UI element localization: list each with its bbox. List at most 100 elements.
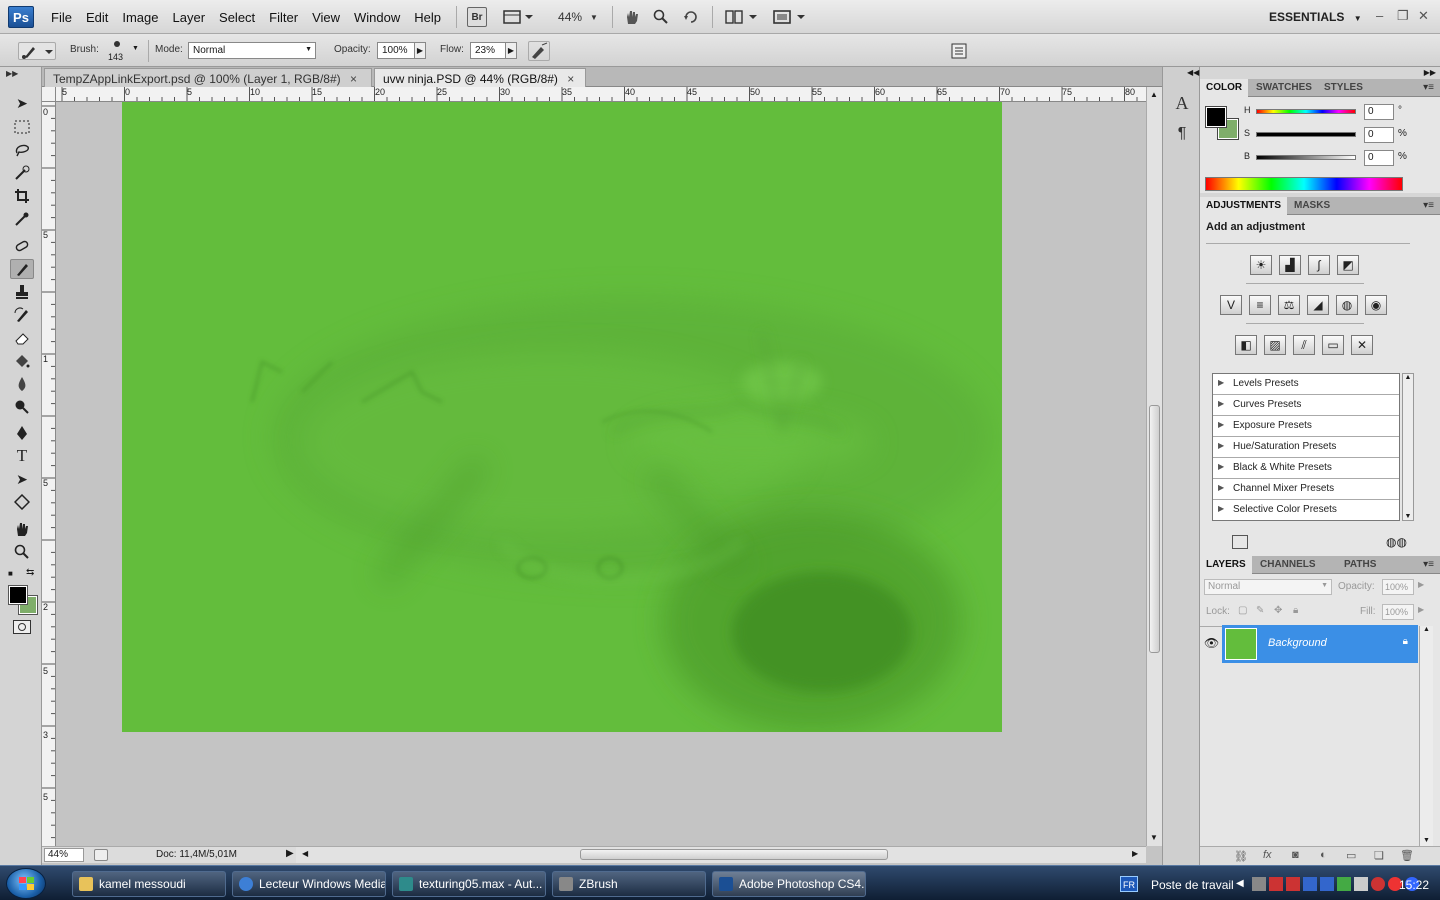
default-colors-icon[interactable]: ■ bbox=[8, 569, 13, 578]
layers-scrollbar[interactable]: ▲ ▼ bbox=[1419, 626, 1433, 846]
selective-color-icon[interactable]: ✕ bbox=[1351, 335, 1373, 355]
tab-tempzapplink[interactable]: TempZAppLinkExport.psd @ 100% (Layer 1, … bbox=[44, 68, 372, 87]
tray-app-icon[interactable] bbox=[1286, 877, 1300, 891]
tray-expand-icon[interactable]: ◀ bbox=[1236, 878, 1244, 889]
ruler-origin[interactable] bbox=[42, 87, 56, 102]
opacity-slider-toggle[interactable]: ▶ bbox=[1418, 580, 1424, 589]
dodge-tool-icon[interactable] bbox=[10, 397, 34, 417]
new-group-icon[interactable]: ▭ bbox=[1346, 849, 1356, 862]
close-icon[interactable]: ✕ bbox=[1418, 8, 1429, 24]
collapse-dock-icon[interactable]: ▶▶ bbox=[1424, 68, 1436, 77]
lock-image-icon[interactable]: ✎ bbox=[1256, 605, 1264, 616]
quick-mask-icon[interactable] bbox=[13, 620, 31, 634]
menu-window[interactable]: Window bbox=[347, 10, 407, 25]
blur-tool-icon[interactable] bbox=[10, 374, 34, 394]
scroll-down-icon[interactable]: ▼ bbox=[1403, 513, 1413, 520]
photo-filter-icon[interactable]: ◍ bbox=[1336, 295, 1358, 315]
status-menu-arrow-icon[interactable]: ▶ bbox=[286, 848, 294, 859]
presets-scrollbar[interactable]: ▲ ▼ bbox=[1402, 373, 1414, 521]
horizontal-scrollbar[interactable]: ◀ ▶ bbox=[296, 846, 1146, 863]
preset-item[interactable]: Exposure Presets bbox=[1213, 416, 1399, 437]
horizontal-ruler[interactable]: 5 0 5 10 15 20 25 30 35 40 45 50 55 60 6… bbox=[56, 87, 1146, 102]
saturation-input[interactable]: 0 bbox=[1364, 127, 1394, 143]
view-extras-button[interactable] bbox=[500, 7, 536, 27]
scroll-up-icon[interactable]: ▲ bbox=[1420, 626, 1433, 633]
status-info-icon[interactable] bbox=[94, 849, 108, 861]
collapse-panel-icon[interactable]: ▶▶ bbox=[6, 69, 18, 78]
hue-input[interactable]: 0 bbox=[1364, 104, 1394, 120]
menu-help[interactable]: Help bbox=[407, 10, 448, 25]
vertical-scroll-thumb[interactable] bbox=[1149, 405, 1160, 653]
foreground-color-swatch[interactable] bbox=[8, 585, 28, 605]
tab-paths[interactable]: PATHS bbox=[1338, 556, 1382, 574]
taskbar-item-media-player[interactable]: Lecteur Windows Media bbox=[232, 871, 386, 897]
layer-style-icon[interactable]: fx bbox=[1263, 849, 1272, 861]
scroll-up-icon[interactable]: ▲ bbox=[1403, 374, 1413, 381]
menu-image[interactable]: Image bbox=[115, 10, 165, 25]
taskbar-item-3dsmax[interactable]: texturing05.max - Aut... bbox=[392, 871, 546, 897]
layer-fill-input[interactable]: 100% bbox=[1382, 604, 1414, 620]
scroll-right-icon[interactable]: ▶ bbox=[1132, 849, 1138, 858]
preset-item[interactable]: Levels Presets bbox=[1213, 374, 1399, 395]
airbrush-toggle[interactable] bbox=[528, 41, 550, 61]
menu-edit[interactable]: Edit bbox=[79, 10, 115, 25]
scroll-up-icon[interactable]: ▲ bbox=[1150, 90, 1158, 99]
lock-transparent-icon[interactable]: ▢ bbox=[1238, 605, 1247, 616]
history-brush-tool-icon[interactable] bbox=[10, 305, 34, 325]
vertical-scrollbar[interactable]: ▲ ▼ bbox=[1146, 87, 1162, 846]
paint-bucket-tool-icon[interactable] bbox=[10, 351, 34, 371]
brush-tool-icon[interactable] bbox=[10, 259, 34, 279]
tool-preset-picker[interactable] bbox=[18, 42, 56, 60]
status-zoom-input[interactable]: 44% bbox=[44, 848, 84, 862]
opacity-input[interactable]: 100% bbox=[377, 42, 415, 59]
brightness-contrast-icon[interactable]: ☀ bbox=[1250, 255, 1272, 275]
scroll-down-icon[interactable]: ▼ bbox=[1150, 833, 1158, 842]
tray-app-icon[interactable] bbox=[1320, 877, 1334, 891]
fill-slider-toggle[interactable]: ▶ bbox=[1418, 605, 1424, 614]
hand-tool-icon[interactable] bbox=[10, 519, 34, 539]
add-mask-icon[interactable]: ◙ bbox=[1292, 849, 1299, 861]
character-panel-icon[interactable]: A bbox=[1169, 93, 1195, 119]
menu-select[interactable]: Select bbox=[212, 10, 262, 25]
zoom-tool-button[interactable] bbox=[651, 7, 671, 27]
return-to-list-icon[interactable]: ◍◍ bbox=[1386, 535, 1407, 549]
panel-menu-icon[interactable]: ▾≡ bbox=[1423, 559, 1434, 570]
pen-tool-icon[interactable] bbox=[10, 423, 34, 443]
threshold-icon[interactable]: ⫽ bbox=[1293, 335, 1315, 355]
preset-item[interactable]: Channel Mixer Presets bbox=[1213, 479, 1399, 500]
eraser-tool-icon[interactable] bbox=[10, 328, 34, 348]
tab-channels[interactable]: CHANNELS bbox=[1254, 556, 1322, 574]
tab-adjustments[interactable]: ADJUSTMENTS bbox=[1200, 197, 1288, 215]
channel-mixer-icon[interactable]: ◉ bbox=[1365, 295, 1387, 315]
language-indicator[interactable]: FR bbox=[1120, 876, 1138, 892]
canvas-workspace[interactable] bbox=[56, 102, 1146, 846]
swap-colors-icon[interactable]: ⇆ bbox=[26, 567, 34, 578]
lock-position-icon[interactable]: ✥ bbox=[1274, 605, 1282, 616]
zoom-tool-icon[interactable] bbox=[10, 542, 34, 562]
volume-icon[interactable] bbox=[1354, 877, 1368, 891]
tab-layers[interactable]: LAYERS bbox=[1200, 556, 1252, 574]
tab-color[interactable]: COLOR bbox=[1200, 79, 1249, 97]
blend-mode-select[interactable]: Normal ▼ bbox=[188, 42, 316, 59]
layer-visibility-eye-icon[interactable]: 👁︎ bbox=[1204, 636, 1220, 652]
desktop-toolbar-label[interactable]: Poste de travail bbox=[1151, 878, 1234, 892]
menu-view[interactable]: View bbox=[305, 10, 347, 25]
tray-app-icon[interactable] bbox=[1252, 877, 1266, 891]
minimize-icon[interactable]: – bbox=[1376, 8, 1383, 23]
paragraph-panel-icon[interactable]: ¶ bbox=[1169, 125, 1195, 149]
close-tab-icon[interactable]: × bbox=[350, 72, 357, 86]
lock-all-icon[interactable]: 🔒︎ bbox=[1293, 605, 1298, 616]
eyedropper-tool-icon[interactable] bbox=[10, 209, 34, 229]
menu-layer[interactable]: Layer bbox=[166, 10, 213, 25]
expand-panels-icon[interactable]: ◀◀ bbox=[1187, 68, 1199, 77]
tray-app-icon[interactable] bbox=[1371, 877, 1385, 891]
tab-uvw-ninja[interactable]: uvw ninja.PSD @ 44% (RGB/8#) × bbox=[374, 68, 586, 87]
preset-item[interactable]: Black & White Presets bbox=[1213, 458, 1399, 479]
path-selection-tool-icon[interactable]: ➤ bbox=[10, 469, 34, 489]
color-ramp[interactable] bbox=[1205, 177, 1403, 191]
adjustment-layer-icon[interactable]: ◐ bbox=[1320, 849, 1327, 861]
delete-layer-icon[interactable]: 🗑︎ bbox=[1400, 849, 1414, 862]
workspace-switcher[interactable]: ESSENTIALS ▼ bbox=[1269, 10, 1362, 24]
black-white-icon[interactable]: ◢ bbox=[1307, 295, 1329, 315]
crop-tool-icon[interactable] bbox=[10, 186, 34, 206]
